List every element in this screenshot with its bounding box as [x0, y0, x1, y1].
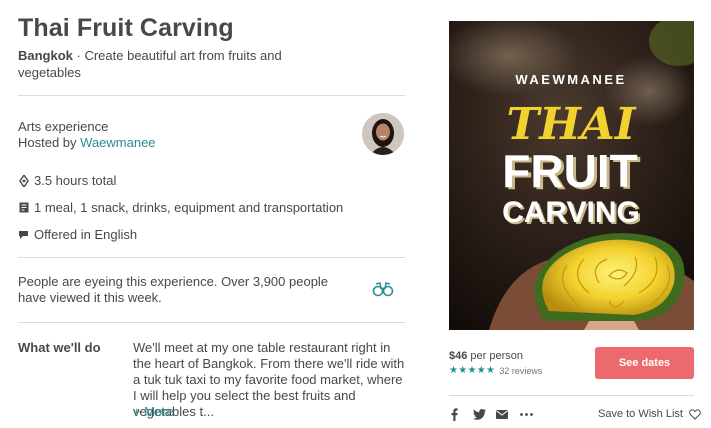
twitter-icon[interactable] — [472, 406, 486, 422]
hero-word-carving: CARVING — [502, 196, 640, 229]
language-text: Offered in English — [34, 227, 138, 242]
divider — [449, 395, 694, 396]
divider — [18, 257, 405, 258]
hero-image: WAEWMANEE THAI FRUIT FRUIT CARVING CARVI… — [449, 21, 694, 330]
receipt-icon — [18, 201, 29, 214]
email-icon[interactable] — [495, 406, 509, 422]
rating[interactable]: ★★★★★ 32 reviews — [449, 365, 542, 376]
read-more-link[interactable]: + More — [133, 404, 174, 419]
detail-duration: 3.5 hours total — [18, 173, 116, 188]
page-title: Thai Fruit Carving — [18, 14, 234, 42]
hosted-by-line: Hosted by Waewmanee — [18, 135, 156, 151]
host-block: Arts experience Hosted by Waewmanee — [18, 119, 156, 151]
hero-host-word: WAEWMANEE — [515, 72, 626, 87]
binoculars-icon — [372, 280, 394, 297]
detail-includes: 1 meal, 1 snack, drinks, equipment and t… — [18, 200, 343, 215]
more-icon[interactable] — [519, 406, 533, 422]
host-name-link[interactable]: Waewmanee — [80, 135, 155, 150]
host-avatar[interactable] — [362, 113, 404, 155]
speech-bubble-icon — [18, 228, 29, 241]
what-we-do-label: What we'll do — [18, 340, 101, 355]
wishlist-label: Save to Wish List — [598, 408, 683, 420]
experience-subtitle: Bangkok · Create beautiful art from frui… — [18, 47, 318, 81]
city-label: Bangkok — [18, 48, 73, 63]
clock-icon — [18, 174, 29, 187]
heart-icon — [689, 408, 701, 420]
divider — [18, 322, 405, 323]
what-we-do-text: We'll meet at my one table restaurant ri… — [133, 340, 405, 419]
divider — [18, 95, 405, 96]
save-to-wishlist-button[interactable]: Save to Wish List — [598, 408, 701, 420]
detail-language: Offered in English — [18, 227, 137, 242]
social-proof-text: People are eyeing this experience. Over … — [18, 274, 329, 305]
includes-text: 1 meal, 1 snack, drinks, equipment and t… — [34, 200, 344, 215]
duration-text: 3.5 hours total — [34, 173, 117, 188]
facebook-icon[interactable] — [449, 406, 459, 422]
star-rating-icon: ★★★★★ — [449, 365, 496, 376]
hero-word-fruit: FRUIT — [502, 145, 637, 197]
price-value: $46 — [449, 350, 468, 362]
hosted-by-prefix: Hosted by — [18, 135, 81, 150]
hero-word-thai: THAI — [506, 99, 636, 150]
see-dates-button[interactable]: See dates — [595, 347, 694, 379]
price-line: $46 per person — [449, 350, 523, 362]
review-count[interactable]: 32 reviews — [499, 366, 542, 376]
hero-artwork: WAEWMANEE THAI FRUIT FRUIT CARVING CARVI… — [449, 21, 694, 330]
experience-category: Arts experience — [18, 119, 109, 134]
price-unit: per person — [467, 350, 524, 362]
